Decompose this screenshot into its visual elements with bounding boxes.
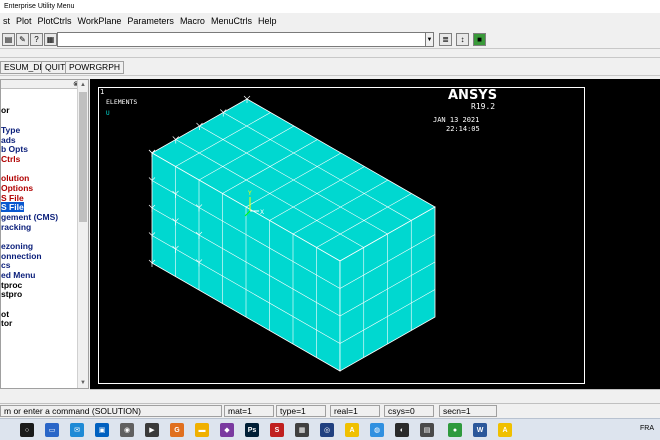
menu-item-read-ls-file[interactable]: S File — [1, 202, 24, 212]
app-dark-icon[interactable]: ▦ — [295, 423, 309, 437]
ansys-taskbar-icon[interactable]: A — [345, 423, 359, 437]
raise-hidden-icon[interactable]: ■ — [473, 33, 486, 46]
taskbar: ○ ▭ ✉ ▣ ◉ ▶ G ▬ ◆ Ps S ▦ ◎ A ◍ ◐ ▤ ● W A… — [0, 418, 660, 440]
mail-icon[interactable]: ✉ — [70, 423, 84, 437]
app-g-icon[interactable]: G — [170, 423, 184, 437]
window-title: Enterprise Utility Menu — [0, 0, 660, 13]
app-red-icon[interactable]: S — [270, 423, 284, 437]
menu-scrollbar[interactable]: ▲ ▼ — [77, 80, 88, 388]
status-type: type=1 — [276, 405, 326, 417]
chrome-icon[interactable]: ● — [448, 423, 462, 437]
menu-parameters[interactable]: Parameters — [124, 13, 177, 30]
graphics-hscroll[interactable] — [90, 389, 660, 400]
triad-y-label: Y — [247, 190, 252, 197]
graphics-window[interactable]: 1 ELEMENTS U ANSYS R19.2 JAN 13 2021 22:… — [90, 79, 660, 389]
menu-list[interactable]: st — [0, 13, 13, 30]
calculator-icon[interactable]: ▤ — [420, 423, 434, 437]
video-icon[interactable]: ▶ — [145, 423, 159, 437]
app-purple-icon[interactable]: ◆ — [220, 423, 234, 437]
menu-item-sol-ctrls[interactable]: Ctrls — [1, 154, 20, 164]
menu-item-load-step-opts[interactable]: b Opts — [1, 144, 28, 154]
menu-item-options[interactable]: Options — [1, 183, 33, 193]
grid-icon[interactable]: ▦ — [44, 33, 57, 46]
mesh-view: Y X — [148, 95, 436, 372]
menu-plot[interactable]: Plot — [13, 13, 35, 30]
command-dropdown-icon[interactable]: ▼ — [425, 32, 434, 47]
menu-plotctrls[interactable]: PlotCtrls — [35, 13, 75, 30]
status-secn: secn=1 — [439, 405, 497, 417]
lightbulb-icon[interactable]: ? — [30, 33, 43, 46]
status-real: real=1 — [330, 405, 380, 417]
menu-item-unabridged-menu[interactable]: ed Menu — [1, 270, 35, 280]
menu-item-analysis-type[interactable]: Type — [1, 125, 20, 135]
status-bar: m or enter a command (SOLUTION) mat=1 ty… — [0, 403, 660, 417]
app-gray-icon[interactable]: ◐ — [395, 423, 409, 437]
app-blue-icon[interactable]: ◎ — [320, 423, 334, 437]
status-mat: mat=1 — [224, 405, 274, 417]
main-menu-panel: ⊗ or Type ads b Opts Ctrls olution Optio… — [0, 79, 89, 389]
folder-icon[interactable]: ▬ — [195, 423, 209, 437]
menu-help[interactable]: Help — [255, 13, 280, 30]
menu-item-preprocessor[interactable]: or — [1, 105, 10, 115]
scroll-up-icon[interactable]: ▲ — [78, 80, 88, 90]
triad-x-label: X — [260, 209, 264, 216]
camera-icon[interactable]: ◉ — [120, 423, 134, 437]
store-icon[interactable]: ▣ — [95, 423, 109, 437]
menu-item-diagnostics[interactable]: cs — [1, 260, 10, 270]
list-icon[interactable]: ≣ — [439, 33, 452, 46]
menu-macro[interactable]: Macro — [177, 13, 208, 30]
chrome-like-icon[interactable]: ◍ — [370, 423, 384, 437]
main-toolbar: ▤ ✎ ? ▦ ▼ ≣ ↕ ■ — [0, 30, 660, 49]
print-icon[interactable]: ▤ — [2, 33, 15, 46]
powrgrph-button[interactable]: POWRGRPH — [65, 61, 124, 74]
ansys-active-icon[interactable]: A — [498, 423, 512, 437]
pan-icon[interactable]: ↕ — [456, 33, 469, 46]
status-prompt: m or enter a command (SOLUTION) — [0, 405, 222, 417]
menu-menuctrls[interactable]: MenuCtrls — [208, 13, 255, 30]
menu-item-tracking[interactable]: racking — [1, 222, 31, 232]
photoshop-icon[interactable]: Ps — [245, 423, 259, 437]
status-csys: csys=0 — [384, 405, 434, 417]
menu-item-rezoning[interactable]: ezoning — [1, 241, 33, 251]
search-icon[interactable]: ○ — [20, 423, 34, 437]
menu-workplane[interactable]: WorkPlane — [75, 13, 125, 30]
menu-item-session-editor[interactable]: tor — [1, 318, 12, 328]
scroll-thumb[interactable] — [79, 92, 87, 222]
command-input[interactable] — [57, 32, 432, 47]
scroll-down-icon[interactable]: ▼ — [78, 378, 88, 388]
main-menu-header: ⊗ — [1, 80, 79, 89]
open-icon[interactable]: ✎ — [16, 33, 29, 46]
task-view-icon[interactable]: ▭ — [45, 423, 59, 437]
word-icon[interactable]: W — [473, 423, 487, 437]
menu-item-timehist-postpro[interactable]: stpro — [1, 289, 22, 299]
toolbar-strip: ESUM_DB QUIT POWRGRPH — [0, 57, 660, 76]
menu-item-cms[interactable]: gement (CMS) — [1, 212, 58, 222]
menu-item-solution[interactable]: olution — [1, 173, 29, 183]
language-indicator[interactable]: FRA — [640, 425, 654, 432]
menu-bar: st Plot PlotCtrls WorkPlane Parameters M… — [0, 13, 660, 30]
